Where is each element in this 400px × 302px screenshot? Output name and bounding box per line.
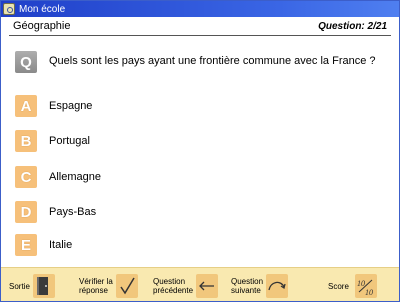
footer-toolbar: Sortie Vérifier la réponse Question préc… — [1, 267, 399, 301]
svg-text:10: 10 — [357, 279, 365, 288]
answer-letter-d[interactable]: D — [15, 201, 37, 223]
answer-letter-e[interactable]: E — [15, 234, 37, 256]
checkmark-icon[interactable] — [115, 274, 138, 298]
verify-answer-button[interactable]: Vérifier la réponse — [79, 272, 138, 300]
answer-label[interactable]: Portugal — [49, 135, 90, 147]
exit-label: Sortie — [9, 281, 30, 291]
answer-option-b[interactable]: B Portugal — [15, 130, 215, 152]
question-icon: Q — [15, 51, 37, 73]
quiz-header: Géographie Question: 2/21 — [9, 19, 391, 35]
score-display: Score 10 10 — [328, 272, 377, 300]
subject-title: Géographie — [13, 20, 71, 32]
svg-text:10: 10 — [365, 288, 373, 297]
answer-option-a[interactable]: A Espagne — [15, 95, 215, 117]
curved-arrow-right-icon[interactable] — [266, 274, 289, 298]
answer-label[interactable]: Pays-Bas — [49, 206, 96, 218]
window-title: Mon école — [19, 3, 66, 15]
previous-label-line2: précédente — [153, 286, 194, 295]
header-divider — [9, 35, 391, 36]
door-icon[interactable] — [32, 274, 55, 298]
score-label: Score — [328, 281, 349, 291]
app-window: Mon école Géographie Question: 2/21 Q Qu… — [0, 0, 400, 302]
arrow-left-icon[interactable] — [196, 274, 219, 298]
previous-question-button[interactable]: Question précédente — [153, 272, 219, 300]
question-text: Quels sont les pays ayant une frontière … — [49, 55, 376, 67]
previous-label-line1: Question — [153, 277, 186, 286]
verify-label-line2: réponse — [79, 286, 108, 295]
verify-label: Vérifier la réponse — [79, 277, 113, 295]
answer-option-e[interactable]: E Italie — [15, 234, 215, 256]
answer-label[interactable]: Allemagne — [49, 171, 101, 183]
previous-label: Question précédente — [153, 277, 193, 295]
next-label-line2: suivante — [231, 286, 261, 295]
title-bar[interactable]: Mon école — [1, 1, 399, 17]
exit-button[interactable]: Sortie — [9, 272, 55, 300]
answer-option-d[interactable]: D Pays-Bas — [15, 201, 215, 223]
next-label: Question suivante — [231, 277, 263, 295]
verify-label-line1: Vérifier la — [79, 277, 113, 286]
answer-letter-a[interactable]: A — [15, 95, 37, 117]
question-counter: Question: 2/21 — [318, 21, 387, 32]
answer-label[interactable]: Espagne — [49, 100, 92, 112]
next-question-button[interactable]: Question suivante — [231, 272, 289, 300]
answer-option-c[interactable]: C Allemagne — [15, 166, 215, 188]
next-label-line1: Question — [231, 277, 264, 286]
answer-label[interactable]: Italie — [49, 239, 72, 251]
answer-letter-b[interactable]: B — [15, 130, 37, 152]
answer-letter-c[interactable]: C — [15, 166, 37, 188]
score-badge: 10 10 — [354, 274, 377, 298]
app-icon[interactable] — [3, 3, 15, 15]
